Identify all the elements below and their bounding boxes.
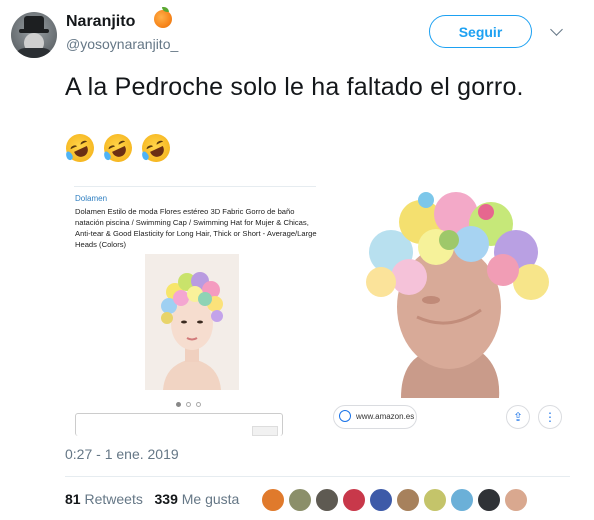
product-photo <box>145 254 239 390</box>
author-handle[interactable]: @yosoynaranjito_ <box>66 36 178 52</box>
liker-avatar[interactable] <box>395 487 421 513</box>
carousel-dot-active[interactable] <box>176 402 181 407</box>
retweets-label[interactable]: Retweets <box>84 491 142 507</box>
liker-avatar[interactable] <box>260 487 286 513</box>
follow-button[interactable]: Seguir <box>429 15 532 48</box>
liker-avatar[interactable] <box>341 487 367 513</box>
chevron-down-icon[interactable] <box>550 23 563 36</box>
likes-count[interactable]: 339 <box>155 491 178 507</box>
rolling-on-floor-laughing-emoji-icon <box>99 129 137 167</box>
more-options-icon[interactable]: ⋮ <box>538 405 562 429</box>
author-avatar[interactable] <box>11 12 57 58</box>
rolling-on-floor-laughing-emoji-icon <box>137 129 175 167</box>
liker-avatar[interactable] <box>314 487 340 513</box>
retweets-count[interactable]: 81 <box>65 491 81 507</box>
likes-label[interactable]: Me gusta <box>182 491 240 507</box>
author-name[interactable]: Naranjito <box>66 13 135 31</box>
mannequin-with-flower-cap-image <box>331 182 571 398</box>
liker-avatar[interactable] <box>368 487 394 513</box>
liker-avatar[interactable] <box>287 487 313 513</box>
source-chip-label[interactable]: www.amazon.es <box>356 412 414 421</box>
liker-avatar[interactable] <box>503 487 529 513</box>
listing-description: Dolamen Estilo de moda Flores estéreo 3D… <box>75 207 317 249</box>
bowler-hat-shape <box>24 16 44 30</box>
woman-with-flower-cap-image <box>145 254 239 390</box>
liker-avatar[interactable] <box>449 487 475 513</box>
listing-options-card <box>75 413 283 436</box>
liker-avatar[interactable] <box>476 487 502 513</box>
rolling-on-floor-laughing-emoji-icon <box>61 129 99 167</box>
liker-avatar[interactable] <box>422 487 448 513</box>
tweet-stats: 81 Retweets 339 Me gusta <box>65 491 239 507</box>
coat-shape <box>15 48 53 58</box>
mannequin-photo[interactable] <box>331 182 571 398</box>
carousel-dots[interactable] <box>176 402 206 407</box>
tweet-timestamp[interactable]: 0:27 - 1 ene. 2019 <box>65 446 179 462</box>
tweet-text: A la Pedroche solo le ha faltado el gorr… <box>65 73 524 101</box>
share-icon[interactable]: ⇪ <box>506 405 530 429</box>
carousel-dot[interactable] <box>196 402 201 407</box>
divider <box>65 476 570 477</box>
carousel-dot[interactable] <box>186 402 191 407</box>
globe-icon <box>339 410 351 422</box>
orange-emoji-icon <box>154 7 172 28</box>
listing-brand: Dolamen <box>75 194 108 203</box>
